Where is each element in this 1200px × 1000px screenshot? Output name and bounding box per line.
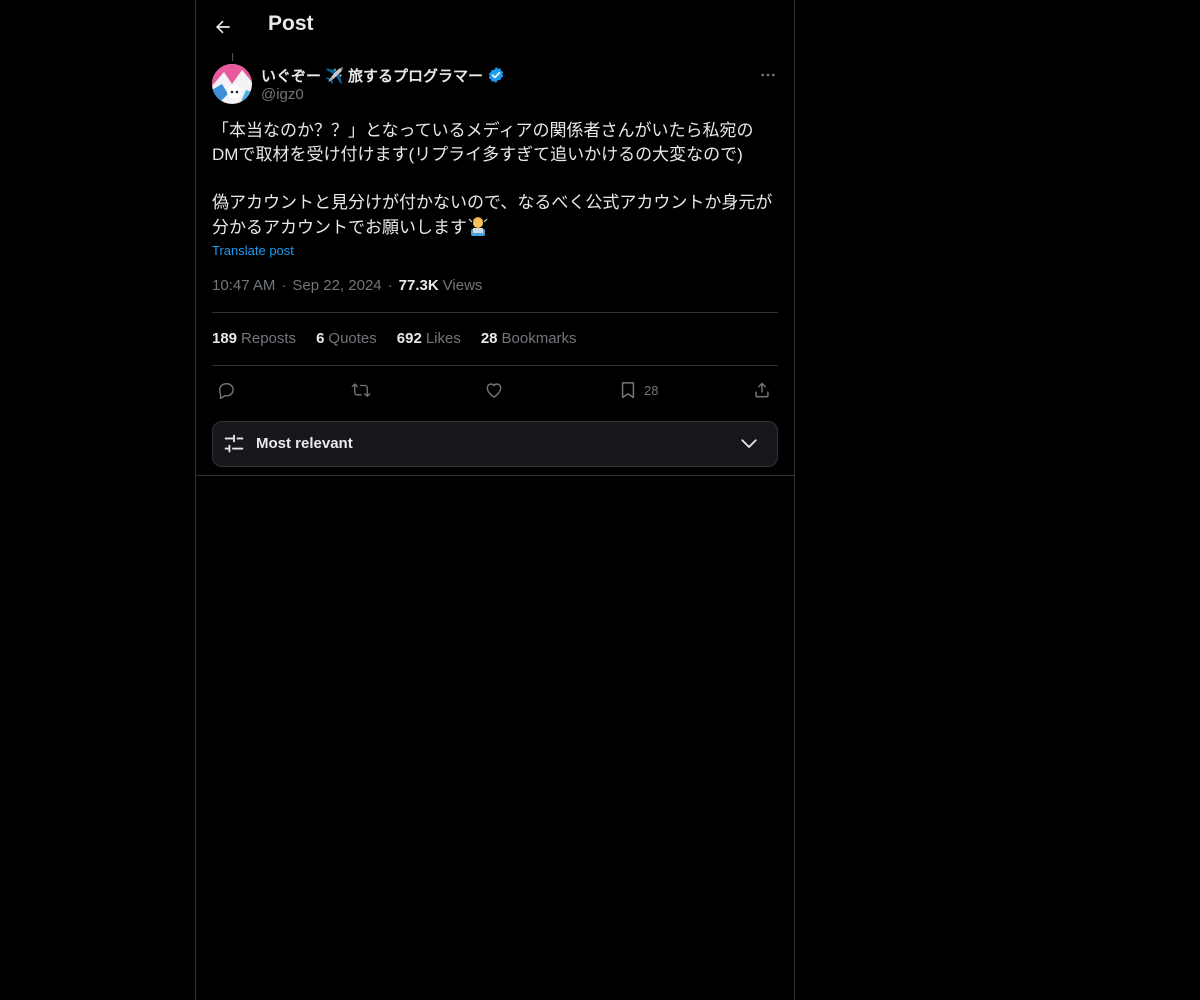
stat-label: Bookmarks — [501, 330, 577, 347]
post-time[interactable]: 10:47 AM — [212, 277, 275, 294]
post-paragraph-1: 「本当なのか？？」となっているメディアの関係者さんがいたら私宛のDMで取材を受け… — [212, 121, 754, 164]
author-handle[interactable]: @igz0 — [261, 86, 304, 103]
author-name-row: いぐぞー ✈️ 旅するプログラマー — [261, 65, 505, 85]
divider — [212, 312, 778, 313]
verified-badge-icon — [488, 67, 504, 83]
views-count: 77.3K — [398, 277, 439, 294]
arrow-left-icon — [216, 20, 230, 34]
stat-likes[interactable]: 692 Likes — [397, 330, 461, 347]
section-divider — [196, 475, 794, 476]
thread-connector — [232, 53, 233, 61]
stat-count: 189 — [212, 330, 238, 347]
stat-count: 6 — [316, 330, 325, 347]
more-horizontal-icon — [761, 73, 775, 77]
man-technologist-emoji-icon — [467, 215, 489, 244]
post-paragraph-2-wrap: 偽アカウントと見分けが付かないので、なるべく公式アカウントか身元が分かるアカウン… — [212, 191, 778, 244]
stat-reposts[interactable]: 189 Reposts — [212, 330, 296, 347]
post-date[interactable]: Sep 22, 2024 — [292, 277, 381, 294]
avatar-image — [212, 64, 252, 104]
share-icon — [755, 382, 769, 398]
meta-separator: · — [387, 277, 393, 294]
heart-icon — [486, 383, 502, 398]
stat-label: Reposts — [241, 330, 297, 347]
meta-separator: · — [281, 277, 287, 294]
post-meta: 10:47 AM · Sep 22, 2024 · 77.3K Views — [212, 277, 482, 294]
translate-post-link[interactable]: Translate post — [212, 243, 294, 258]
back-button[interactable] — [208, 12, 238, 42]
page-title: Post — [268, 12, 314, 35]
stat-label: Quotes — [328, 330, 377, 347]
stat-count: 28 — [480, 330, 498, 347]
bookmark-count: 28 — [644, 382, 659, 398]
sliders-icon — [224, 434, 244, 453]
more-options-button[interactable] — [756, 64, 780, 86]
like-button[interactable] — [484, 377, 504, 403]
stat-bookmarks[interactable]: 28 Bookmarks — [481, 330, 577, 347]
divider — [212, 365, 778, 366]
views-label: Views — [442, 277, 483, 294]
reply-icon — [219, 383, 234, 400]
reply-sort-dropdown[interactable]: Most relevant — [212, 421, 778, 467]
chevron-down-icon — [741, 439, 757, 448]
author-avatar[interactable] — [212, 64, 252, 104]
sort-label: Most relevant — [256, 435, 353, 452]
repost-button[interactable] — [350, 377, 372, 403]
bookmark-button[interactable]: 28 — [618, 377, 658, 403]
post-text: 「本当なのか？？」となっているメディアの関係者さんがいたら私宛のDMで取材を受け… — [212, 119, 778, 244]
post-paragraph-2: 偽アカウントと見分けが付かないので、なるべく公式アカウントか身元が分かるアカウン… — [212, 193, 773, 237]
stat-label: Likes — [425, 330, 461, 347]
engagement-stats: 189 Reposts 6 Quotes 692 Likes 28 Bookmarks — [212, 330, 577, 347]
post-column: Post いぐぞー ✈️ 旅するプログラマー @igz0 「本当なのか？？」とな… — [195, 0, 795, 1000]
author-display-name[interactable]: いぐぞー ✈️ 旅するプログラマー — [261, 65, 483, 86]
stat-quotes[interactable]: 6 Quotes — [316, 330, 377, 347]
stat-count: 692 — [396, 330, 422, 347]
bookmark-icon — [621, 382, 635, 399]
page-header: Post — [196, 0, 794, 53]
repost-icon — [351, 383, 371, 398]
share-button[interactable] — [752, 377, 772, 403]
reply-button[interactable] — [216, 377, 236, 403]
action-bar: 28 — [212, 377, 778, 403]
